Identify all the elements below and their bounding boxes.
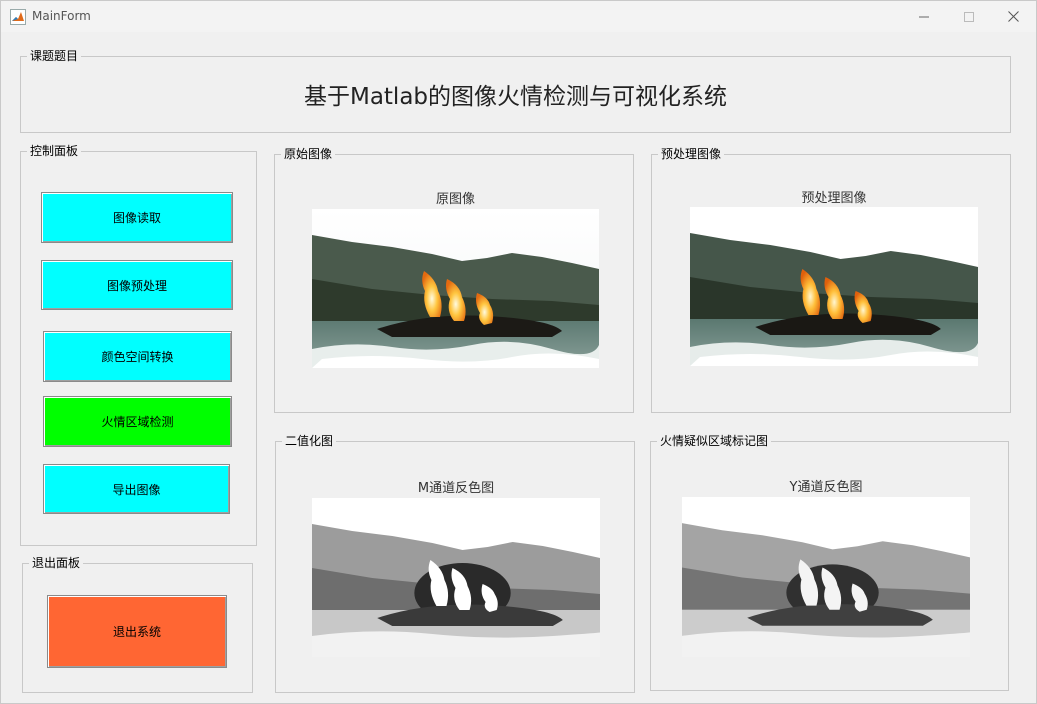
binary-panel-legend: 二值化图 [285,434,334,448]
topic-legend: 课题题目 [30,49,79,63]
preprocessed-image [690,207,978,366]
matlab-icon [10,9,26,25]
original-panel-legend: 原始图像 [284,147,333,161]
main-window: MainForm 课题题目 基于Matlab的图像火情检测与可视化系统 控制面板… [0,0,1037,704]
color-space-convert-button[interactable]: 颜色空间转换 [43,331,232,382]
window-title: MainForm [32,9,91,23]
close-button[interactable] [991,1,1036,32]
minimize-icon [918,16,929,17]
preprocessed-panel-legend: 预处理图像 [661,147,722,161]
maximize-button[interactable] [946,1,991,32]
title-bar: MainForm [1,1,1036,32]
page-title: 基于Matlab的图像火情检测与可视化系统 [303,84,728,110]
preprocess-image-button[interactable]: 图像预处理 [41,260,233,310]
exit-system-button[interactable]: 退出系统 [47,595,227,668]
read-image-button[interactable]: 图像读取 [41,192,233,243]
y-channel-inverted-image [682,497,970,657]
m-channel-inverted-image [312,498,600,657]
exit-panel-legend: 退出面板 [32,556,81,570]
preprocessed-axes-title: 预处理图像 [801,191,867,206]
binary-axes-title: M通道反色图 [417,481,495,496]
minimize-button[interactable] [901,1,946,32]
original-axes-title: 原图像 [435,192,475,207]
topic-panel: 课题题目 基于Matlab的图像火情检测与可视化系统 [20,49,1011,133]
marked-panel-legend: 火情疑似区域标记图 [660,434,769,448]
maximize-icon [963,11,974,22]
close-icon [1008,11,1019,22]
export-image-button[interactable]: 导出图像 [43,464,230,514]
marked-axes-title: Y通道反色图 [789,480,863,495]
control-panel-legend: 控制面板 [30,144,79,158]
fire-detect-button[interactable]: 火情区域检测 [43,396,232,447]
original-image [312,209,599,368]
